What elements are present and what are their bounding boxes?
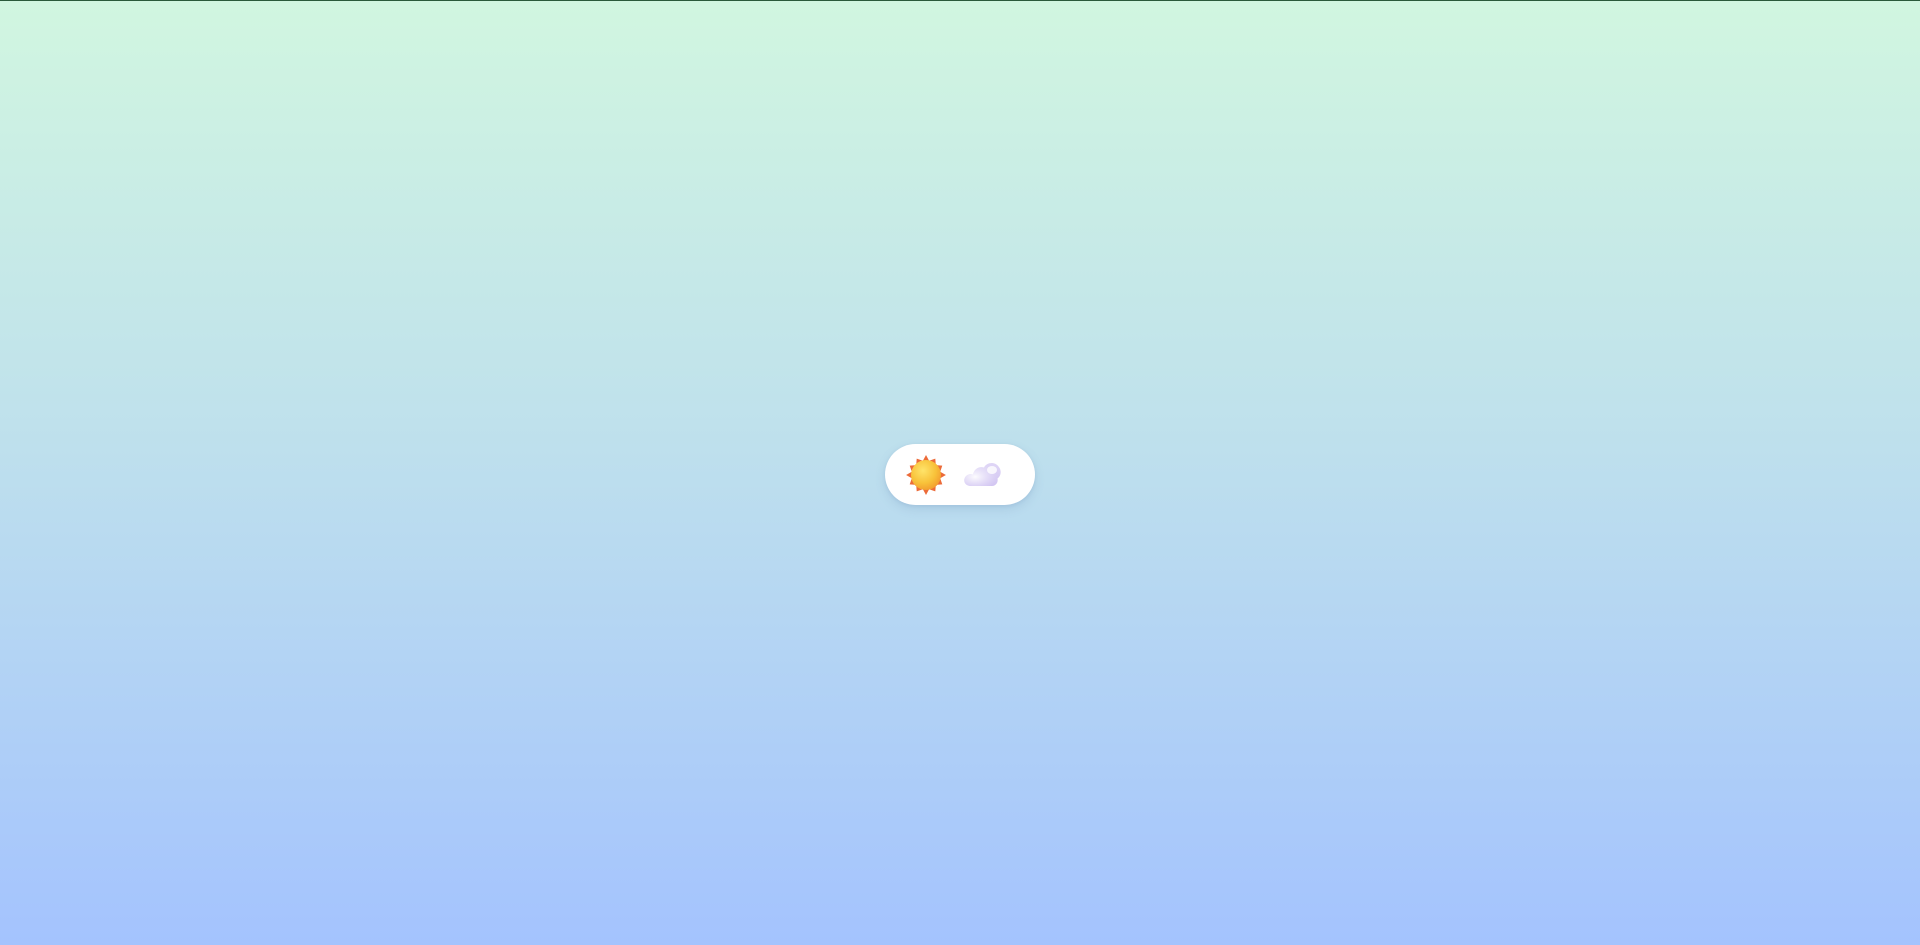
cloud-icon[interactable] bbox=[961, 458, 1007, 492]
sun-icon[interactable] bbox=[905, 454, 947, 496]
weather-toggle[interactable] bbox=[885, 444, 1035, 505]
